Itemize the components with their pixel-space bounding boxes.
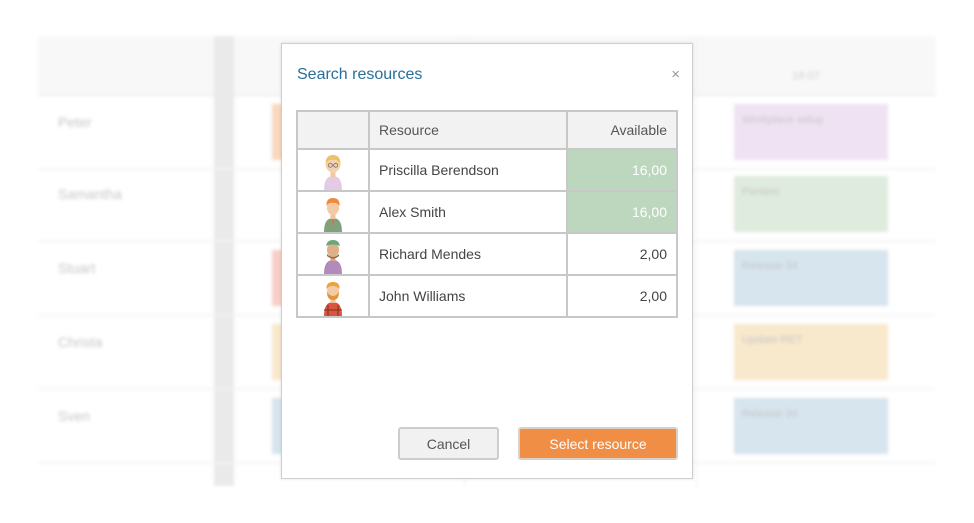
resources-table: Resource Available Priscilla Berendson 1…: [296, 110, 678, 318]
table-header-row: Resource Available: [296, 110, 678, 150]
avatar: [296, 232, 370, 276]
task-card: Pentest: [734, 176, 888, 232]
resource-available: 2,00: [566, 232, 678, 276]
woman-glasses-avatar: [324, 155, 342, 190]
resource-name: Priscilla Berendson: [368, 148, 568, 192]
resource-available: 16,00: [566, 190, 678, 234]
table-row[interactable]: Alex Smith 16,00: [296, 190, 678, 234]
date-header: 18-07: [792, 70, 821, 82]
resource-available: 16,00: [566, 148, 678, 192]
resource-name: Alex Smith: [368, 190, 568, 234]
resource-name: John Williams: [368, 274, 568, 318]
task-card: Release 34: [734, 398, 888, 454]
man-beard-avatar: [324, 282, 342, 316]
table-row[interactable]: Priscilla Berendson 16,00: [296, 148, 678, 192]
row-name: Peter: [58, 114, 92, 130]
avatar-column-header: [296, 110, 370, 150]
resource-available: 2,00: [566, 274, 678, 318]
avatar: [296, 190, 370, 234]
table-row[interactable]: John Williams 2,00: [296, 274, 678, 318]
task-card: Workplace setup: [734, 104, 888, 160]
resource-name: Richard Mendes: [368, 232, 568, 276]
man-green-cap-avatar: [324, 240, 342, 274]
task-card: Release 34: [734, 250, 888, 306]
available-column-header[interactable]: Available: [566, 110, 678, 150]
select-resource-button[interactable]: Select resource: [518, 427, 678, 460]
task-card: Update RET: [734, 324, 888, 380]
row-name: Sven: [58, 408, 90, 424]
row-name: Stuart: [58, 260, 96, 276]
close-icon[interactable]: ×: [671, 67, 680, 83]
row-name: Samantha: [58, 186, 122, 202]
man-orange-hair-avatar: [324, 198, 342, 232]
row-name: Christa: [58, 334, 103, 350]
avatar: [296, 274, 370, 318]
avatar: [296, 148, 370, 192]
cancel-button[interactable]: Cancel: [398, 427, 499, 460]
search-resources-dialog: Search resources × Resource Available Pr…: [281, 43, 693, 479]
dialog-title: Search resources: [297, 66, 423, 83]
resource-column-header[interactable]: Resource: [368, 110, 568, 150]
table-row[interactable]: Richard Mendes 2,00: [296, 232, 678, 276]
